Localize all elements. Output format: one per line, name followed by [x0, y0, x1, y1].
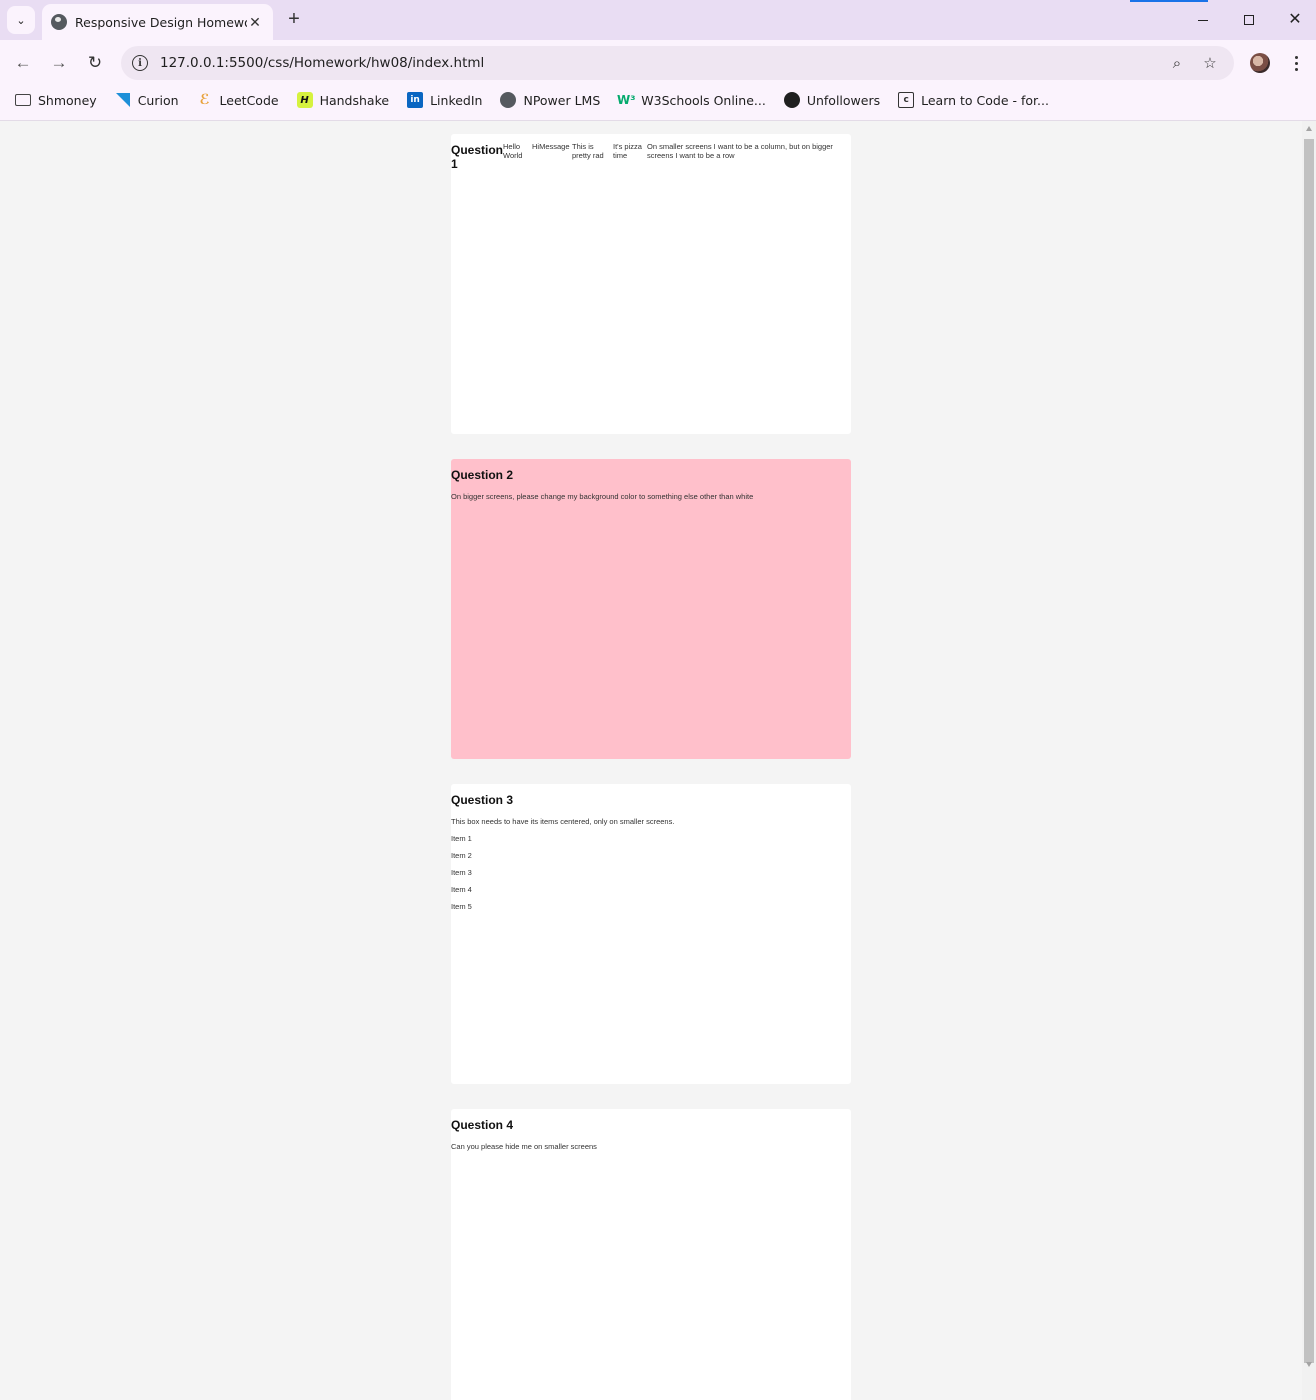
question-1-item: Hi — [532, 142, 540, 151]
bookmark-star-icon[interactable]: ☆ — [1200, 53, 1220, 73]
bookmark-learn-to-code[interactable]: c Learn to Code - for... — [898, 92, 1049, 108]
profile-avatar[interactable] — [1250, 53, 1270, 73]
close-icon: ✕ — [1288, 11, 1302, 28]
globe-icon — [51, 14, 67, 30]
globe-icon — [500, 92, 517, 108]
maximize-icon — [1244, 15, 1254, 25]
handshake-icon: H — [296, 92, 313, 108]
question-3-title: Question 3 — [451, 793, 514, 807]
question-1-item-group: Hi Message — [532, 142, 572, 151]
browser-chrome: ⌄ Responsive Design Homework ✕ + ✕ ← → ↻… — [0, 0, 1316, 121]
zoom-icon[interactable]: ⌕ — [1167, 53, 1187, 73]
bookmark-w3schools[interactable]: W³ W3Schools Online... — [617, 92, 766, 108]
question-1-item: It's pizza time — [613, 142, 642, 160]
folder-icon — [15, 94, 31, 106]
scroll-up-icon[interactable] — [1306, 126, 1312, 131]
linkedin-icon: in — [407, 92, 424, 108]
info-icon[interactable]: i — [132, 55, 148, 71]
forward-button[interactable]: → — [46, 50, 72, 76]
question-1-box: Question 1 Hello World Hi Message This is… — [451, 134, 851, 434]
reload-icon: ↻ — [87, 53, 103, 72]
bookmark-linkedin[interactable]: in LinkedIn — [407, 92, 482, 108]
bookmark-npower[interactable]: NPower LMS — [500, 92, 600, 108]
minimize-button[interactable] — [1193, 10, 1213, 30]
tab-search-button[interactable]: ⌄ — [7, 6, 35, 34]
question-3-text: This box needs to have its items centere… — [451, 817, 675, 826]
list-item: Item 4 — [451, 885, 472, 894]
tab-active[interactable]: Responsive Design Homework ✕ — [42, 4, 273, 40]
browser-menu-button[interactable] — [1286, 50, 1306, 76]
more-vert-icon — [1294, 55, 1298, 59]
bookmark-handshake[interactable]: H Handshake — [296, 92, 390, 108]
bookmark-label: W3Schools Online... — [641, 92, 766, 108]
toolbar: ← → ↻ i 127.0.0.1:5500/css/Homework/hw08… — [0, 40, 1316, 86]
bookmark-label: Shmoney — [38, 92, 97, 108]
question-4-box: Question 4 Can you please hide me on sma… — [451, 1109, 851, 1400]
minimize-icon — [1198, 19, 1208, 21]
list-item: Item 3 — [451, 868, 472, 877]
code-icon: c — [898, 92, 915, 108]
question-2-text: On bigger screens, please change my back… — [451, 492, 754, 501]
list-item: Item 5 — [451, 902, 472, 911]
new-tab-button[interactable]: + — [283, 8, 305, 32]
question-1-item: Message — [539, 142, 570, 151]
bookmarks-bar: Shmoney Curion ℰ LeetCode H Handshake in Li… — [0, 86, 1316, 114]
tab-title: Responsive Design Homework — [75, 14, 247, 30]
bookmark-shmoney[interactable]: Shmoney — [15, 93, 97, 108]
list-item: Item 2 — [451, 851, 472, 860]
address-bar[interactable]: i 127.0.0.1:5500/css/Homework/hw08/index… — [121, 46, 1234, 80]
github-icon — [783, 92, 800, 108]
question-4-text: Can you please hide me on smaller screen… — [451, 1142, 597, 1151]
window-close-button[interactable]: ✕ — [1285, 10, 1305, 30]
bookmark-curion[interactable]: Curion — [115, 92, 179, 108]
chevron-down-icon: ⌄ — [16, 14, 26, 27]
leetcode-icon: ℰ — [199, 92, 210, 108]
question-1-item: Hello World — [503, 142, 523, 160]
bookmark-label: Curion — [137, 92, 179, 108]
question-2-title: Question 2 — [451, 468, 514, 482]
question-3-box: Question 3 This box needs to have its it… — [451, 784, 851, 1084]
page-viewport: Question 1 Hello World Hi Message This is… — [0, 121, 1302, 1400]
arrow-left-icon: ← — [14, 53, 32, 72]
curion-icon — [115, 92, 131, 108]
bookmark-label: Unfollowers — [806, 92, 881, 108]
scrollbar-thumb[interactable] — [1304, 139, 1314, 1363]
tab-progress-indicator — [1130, 0, 1208, 2]
w3schools-icon: W³ — [617, 93, 636, 107]
question-1-row: Question 1 Hello World Hi Message This is… — [451, 134, 851, 171]
arrow-right-icon: → — [50, 53, 68, 72]
list-item: Item 1 — [451, 834, 472, 843]
bookmark-leetcode[interactable]: ℰ LeetCode — [197, 92, 279, 108]
question-1-item: This is pretty rad — [572, 142, 604, 160]
tab-strip: ⌄ Responsive Design Homework ✕ + ✕ — [0, 0, 1316, 40]
question-1-title: Question 1 — [451, 143, 504, 171]
vertical-scrollbar[interactable] — [1302, 121, 1316, 1400]
url-text[interactable]: 127.0.0.1:5500/css/Homework/hw08/index.h… — [160, 55, 484, 71]
tab-close-icon[interactable]: ✕ — [247, 14, 263, 31]
bookmark-label: Handshake — [319, 92, 390, 108]
question-1-item: On smaller screens I want to be a column… — [647, 142, 833, 160]
question-4-title: Question 4 — [451, 1118, 514, 1132]
back-button[interactable]: ← — [10, 50, 36, 76]
bookmark-label: NPower LMS — [523, 92, 601, 108]
bookmark-label: Learn to Code - for... — [921, 92, 1049, 108]
bookmark-label: LeetCode — [219, 92, 279, 108]
maximize-button[interactable] — [1239, 10, 1259, 30]
bookmark-label: LinkedIn — [430, 92, 483, 108]
reload-button[interactable]: ↻ — [82, 50, 108, 76]
question-2-box: Question 2 On bigger screens, please cha… — [451, 459, 851, 759]
scroll-down-icon[interactable] — [1306, 1362, 1312, 1367]
bookmark-unfollowers[interactable]: Unfollowers — [783, 92, 881, 108]
